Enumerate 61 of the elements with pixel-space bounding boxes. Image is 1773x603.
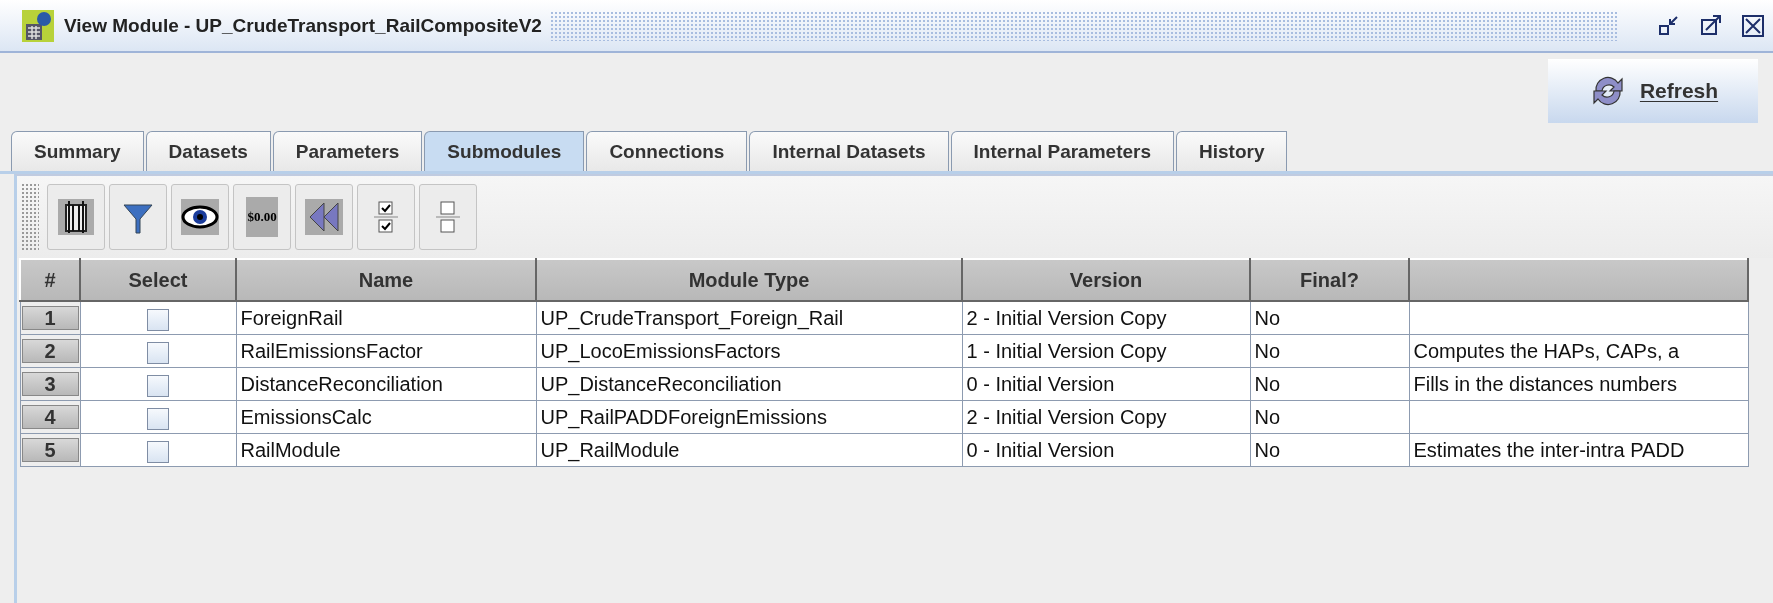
- table-cell: No: [1250, 334, 1409, 368]
- column-header[interactable]: [1409, 259, 1748, 301]
- select-header[interactable]: Select: [80, 259, 236, 301]
- table-cell: 1 - Initial Version Copy: [962, 334, 1250, 368]
- table-cell: UP_LocoEmissionsFactors: [536, 334, 962, 368]
- minimize-icon[interactable]: [1657, 13, 1681, 38]
- tab[interactable]: Summary: [11, 131, 144, 171]
- table-cell: UP_RailModule: [536, 433, 962, 467]
- tab[interactable]: Datasets: [145, 131, 271, 171]
- table-cell: 2 - Initial Version Copy: [962, 301, 1250, 335]
- window-title: View Module - UP_CrudeTransport_RailCompositeV2: [64, 14, 542, 37]
- name-header[interactable]: Name: [236, 259, 536, 301]
- tab[interactable]: Submodules: [424, 131, 585, 171]
- tab[interactable]: Parameters: [272, 131, 423, 171]
- table-cell: UP_CrudeTransport_Foreign_Rail: [536, 301, 962, 335]
- table-cell: 2 - Initial Version Copy: [962, 400, 1250, 434]
- table-cell: 0 - Initial Version: [962, 367, 1250, 401]
- row-number: 3: [21, 372, 79, 396]
- table-cell: ForeignRail: [236, 301, 536, 335]
- table-cell: No: [1250, 367, 1409, 401]
- row-number: 1: [21, 306, 79, 330]
- row-number: 4: [21, 405, 79, 429]
- toolbar-button[interactable]: [47, 184, 105, 250]
- version-header[interactable]: Version: [962, 259, 1250, 301]
- table-cell: No: [1250, 301, 1409, 335]
- checkbox[interactable]: [147, 407, 169, 430]
- table-cell: UP_DistanceReconciliation: [536, 367, 962, 401]
- tab[interactable]: Internal Parameters: [950, 131, 1174, 171]
- index-header[interactable]: #: [20, 259, 80, 301]
- row-number: 5: [21, 438, 79, 462]
- table-cell: Fills in the distances numbers: [1413, 373, 1677, 395]
- close-icon[interactable]: [1741, 13, 1765, 38]
- eye-icon: [180, 197, 220, 237]
- toolbar-grip[interactable]: [21, 183, 39, 251]
- table-cell: UP_RailPADDForeignEmissions: [536, 400, 962, 434]
- tab[interactable]: Connections: [586, 131, 748, 171]
- table-cell: 0 - Initial Version: [962, 433, 1250, 467]
- tab[interactable]: Internal Datasets: [749, 131, 949, 171]
- column-resize-icon: [56, 197, 96, 237]
- refresh-button[interactable]: Refresh: [1548, 59, 1758, 123]
- checkbox[interactable]: [147, 308, 169, 331]
- checkbox[interactable]: [147, 374, 169, 397]
- format-button[interactable]: $0.00: [233, 184, 291, 250]
- rewind-icon: [304, 197, 344, 237]
- table-cell: No: [1250, 400, 1409, 434]
- row-number: 2: [21, 339, 79, 363]
- table-cell: No: [1250, 433, 1409, 467]
- table-cell: DistanceReconciliation: [236, 367, 536, 401]
- checkbox[interactable]: [147, 341, 169, 364]
- app-icon: [20, 7, 56, 44]
- checkbox[interactable]: [147, 440, 169, 463]
- table-cell: Computes the HAPs, CAPs, a: [1413, 340, 1680, 362]
- toolbar-button[interactable]: [171, 184, 229, 250]
- tab[interactable]: History: [1176, 131, 1288, 171]
- final-header[interactable]: Final?: [1250, 259, 1409, 301]
- table-cell: EmissionsCalc: [236, 400, 536, 434]
- maximize-icon[interactable]: [1699, 13, 1723, 38]
- table-cell: RailEmissionsFactor: [236, 334, 536, 368]
- module-type-header[interactable]: Module Type: [536, 259, 962, 301]
- table-cell: Estimates the inter-intra PADD: [1413, 439, 1685, 461]
- table-cell: RailModule: [236, 433, 536, 467]
